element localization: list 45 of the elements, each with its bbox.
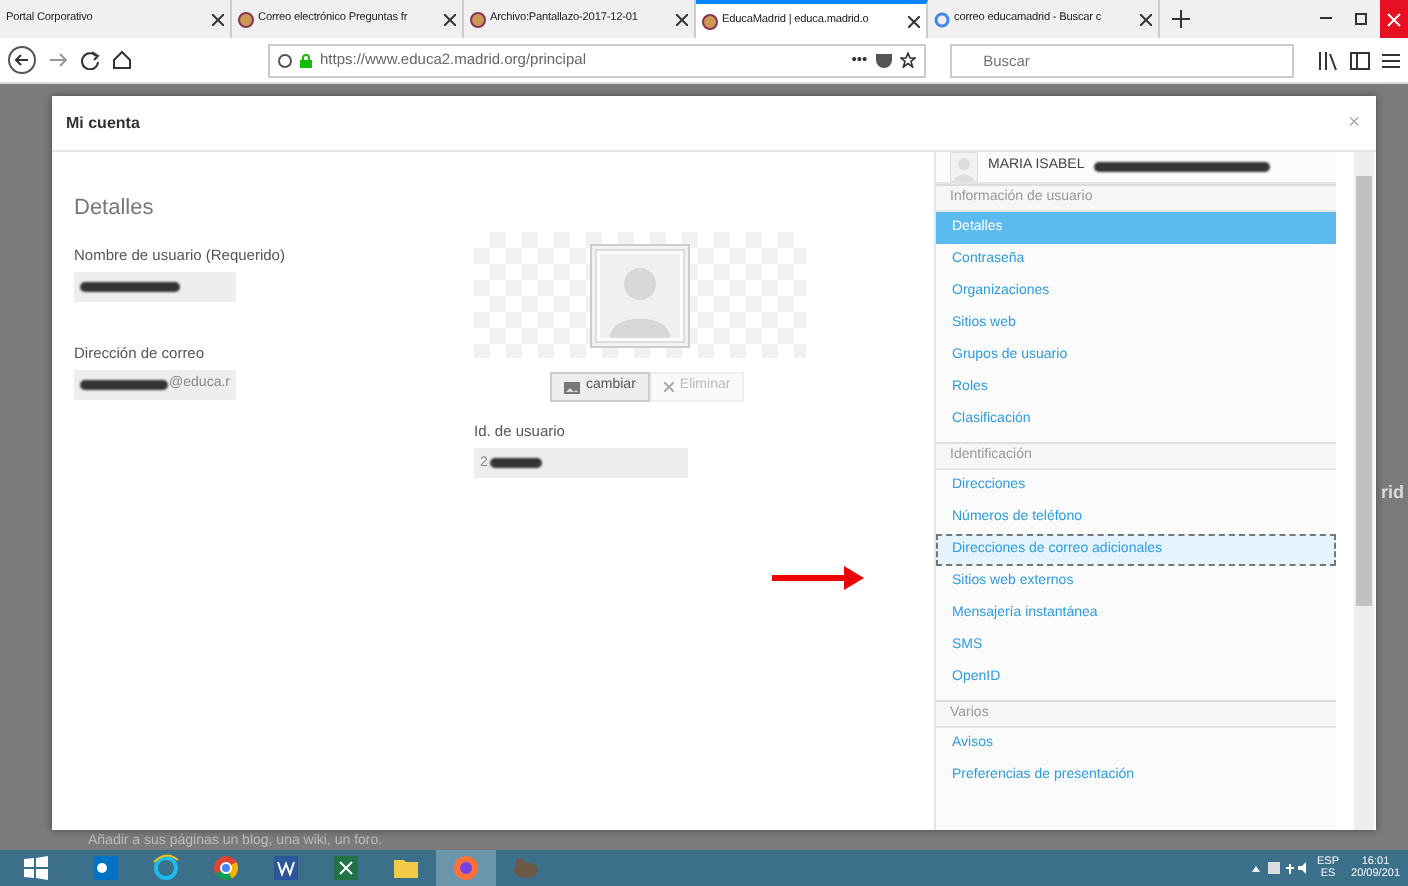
redaction-mark xyxy=(80,281,180,292)
forward-icon[interactable] xyxy=(48,50,68,70)
close-icon[interactable] xyxy=(1140,13,1152,25)
back-icon[interactable] xyxy=(8,46,36,74)
star-icon[interactable] xyxy=(899,52,916,68)
animal-app-icon xyxy=(512,854,540,882)
browser-e-icon xyxy=(152,854,180,882)
input-field[interactable] xyxy=(74,271,236,302)
modal-title: Mi cuenta xyxy=(66,111,140,135)
redaction-mark xyxy=(489,458,542,469)
redaction-mark xyxy=(80,380,168,390)
globe-icon xyxy=(470,11,486,27)
restore-icon[interactable] xyxy=(1354,10,1370,26)
home-icon[interactable] xyxy=(112,50,132,70)
annotation-arrow xyxy=(768,562,868,594)
mail-app-icon xyxy=(92,854,120,882)
section-heading: Detalles xyxy=(74,194,156,224)
info-icon xyxy=(278,53,292,67)
sidebar-icon[interactable] xyxy=(1350,51,1370,69)
close-icon[interactable] xyxy=(212,13,224,25)
chrome-icon xyxy=(212,854,240,882)
google-icon xyxy=(934,11,950,27)
pocket-icon[interactable] xyxy=(875,52,892,68)
close-button[interactable]: × xyxy=(1348,108,1360,138)
firefox-icon xyxy=(452,854,480,882)
close-icon xyxy=(663,382,674,392)
library-icon[interactable] xyxy=(1318,51,1338,69)
tray-icons[interactable] xyxy=(1249,860,1306,876)
close-icon[interactable] xyxy=(444,13,456,25)
close-icon[interactable] xyxy=(676,13,688,25)
globe-icon xyxy=(238,11,254,27)
reload-icon[interactable] xyxy=(80,50,100,70)
scrollbar[interactable] xyxy=(1354,152,1374,830)
menu-icon[interactable] xyxy=(1382,51,1400,69)
new-tab-icon[interactable] xyxy=(1172,10,1190,28)
excel-icon xyxy=(332,854,360,882)
page-text: rid xyxy=(1380,480,1404,506)
folder-icon xyxy=(392,854,420,882)
globe-icon xyxy=(702,13,718,29)
avatar-silhouette-icon xyxy=(590,243,690,347)
close-icon[interactable] xyxy=(908,15,920,27)
windows-logo-icon[interactable] xyxy=(24,856,48,880)
lock-icon xyxy=(300,53,312,67)
word-icon xyxy=(272,854,300,882)
image-icon xyxy=(564,381,580,393)
